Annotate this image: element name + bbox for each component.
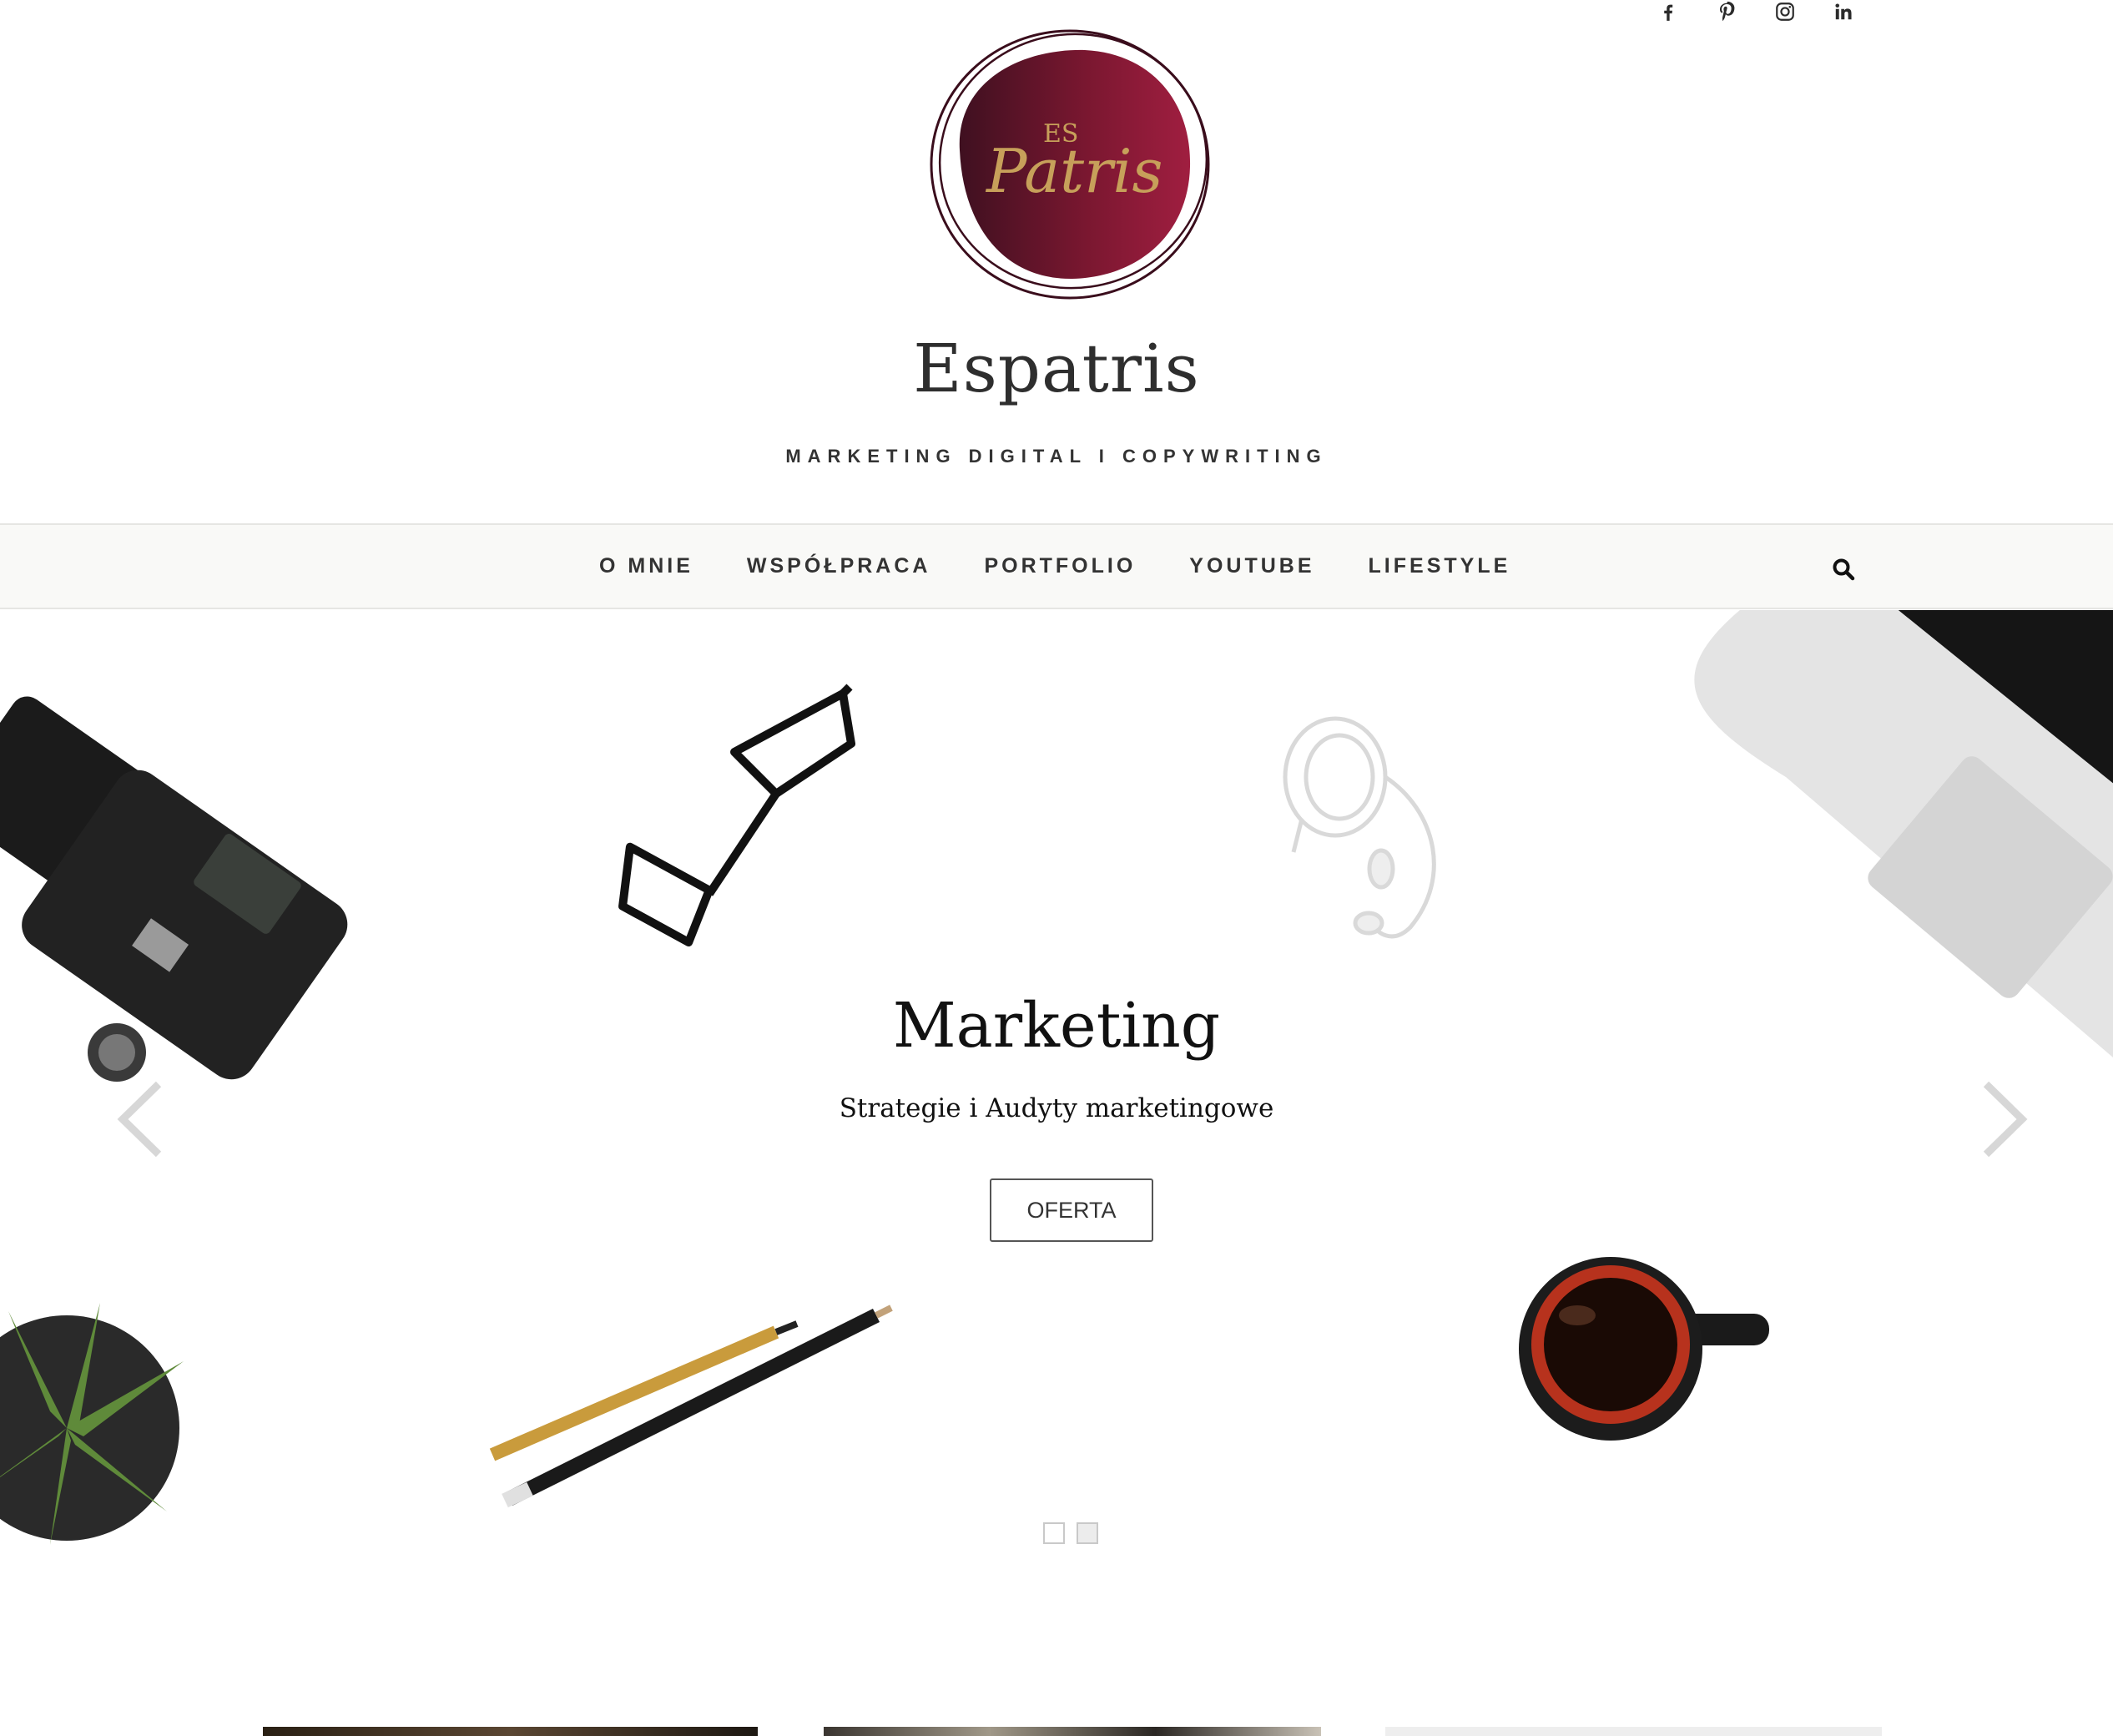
post-thumbnail[interactable] [824,1727,1321,1736]
slider-dot-1[interactable] [1043,1522,1065,1544]
glasses-image [618,684,855,947]
site-logo[interactable]: ES Patris [926,25,1214,305]
linkedin-icon[interactable] [1832,0,1855,23]
post-thumbnails-strip [0,1727,2113,1736]
earphones-image [1283,716,1436,939]
plant-image [0,1303,184,1545]
pencils-image [489,1305,893,1508]
hero-subtitle: Strategie i Audyty marketingowe [839,1093,1274,1123]
facebook-icon[interactable] [1657,0,1680,23]
nav-item-youtube[interactable]: YOUTUBE [1189,554,1314,578]
post-thumbnail[interactable] [263,1727,758,1736]
slider-pagination [1043,1522,1098,1544]
nav-menu: O MNIE WSPÓŁPRACA PORTFOLIO YOUTUBE LIFE… [599,525,1564,608]
site-tagline: MARKETING DIGITAL I COPYWRITING [785,446,1328,467]
hero-slider: Marketing Strategie i Audyty marketingow… [0,610,2113,1637]
nav-item-o-mnie[interactable]: O MNIE [599,554,693,578]
nav-item-portfolio[interactable]: PORTFOLIO [984,554,1136,578]
main-navigation: O MNIE WSPÓŁPRACA PORTFOLIO YOUTUBE LIFE… [0,523,2113,609]
nav-item-lifestyle[interactable]: LIFESTYLE [1369,554,1511,578]
logo-text: Patris [985,136,1162,206]
search-icon[interactable] [1831,557,1856,582]
post-thumbnail[interactable] [1385,1727,1882,1736]
slider-prev-arrow-icon[interactable] [113,1077,171,1161]
slider-dot-2[interactable] [1077,1522,1098,1544]
social-links [1657,0,1873,28]
hero-title: Marketing [892,990,1221,1062]
coffee-cup-image [1519,1257,1769,1441]
slider-next-arrow-icon[interactable] [1974,1077,2032,1161]
site-title[interactable]: Espatris [0,327,2113,411]
oferta-button[interactable]: OFERTA [990,1178,1153,1242]
pinterest-icon[interactable] [1715,0,1738,23]
nav-item-wspolpraca[interactable]: WSPÓŁPRACA [747,554,931,578]
instagram-icon[interactable] [1773,0,1797,23]
